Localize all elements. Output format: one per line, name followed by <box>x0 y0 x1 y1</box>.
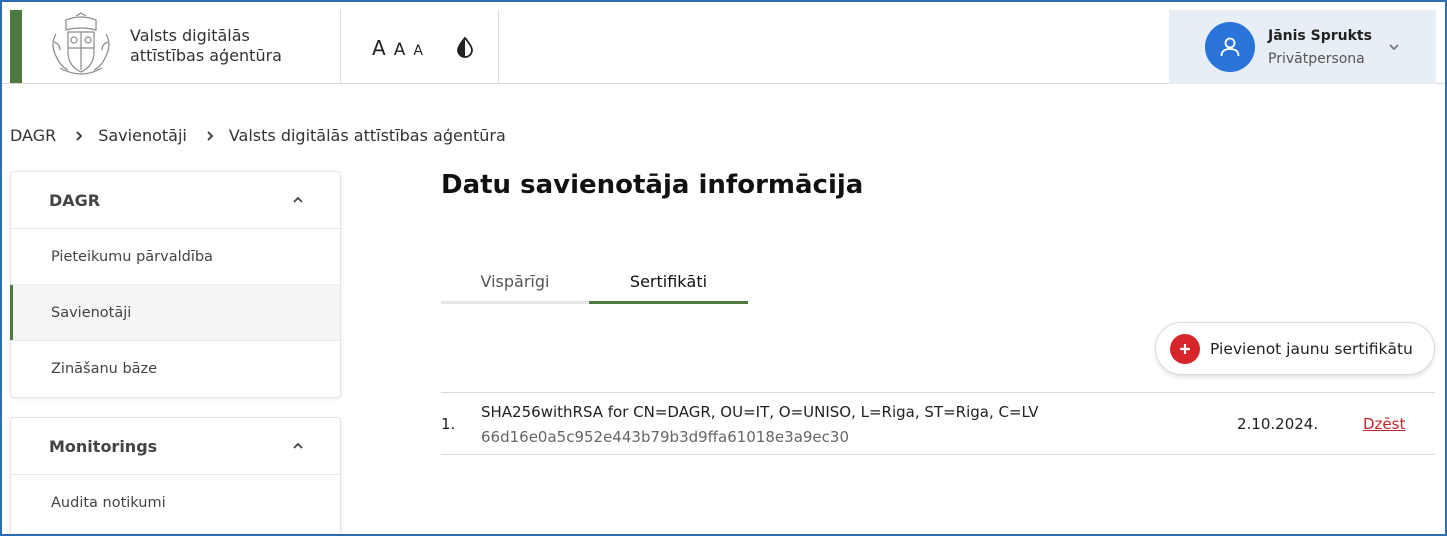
sidebar-group-header[interactable]: Monitorings <box>11 418 340 475</box>
header-divider <box>498 10 499 84</box>
user-menu[interactable]: Jānis Sprukts Privātpersona <box>1169 10 1436 84</box>
add-certificate-label: Pievienot jaunu sertifikātu <box>1210 339 1413 358</box>
chevron-right-icon <box>76 130 83 141</box>
certificate-hash: 66d16e0a5c952e443b79b3d9ffa61018e3a9ec30 <box>481 428 849 446</box>
tab-sertifikati[interactable]: Sertifikāti <box>589 262 748 304</box>
breadcrumb: DAGR Savienotāji Valsts digitālās attīst… <box>10 126 506 145</box>
sidebar-item-label: Pieteikumu pārvaldība <box>51 248 213 265</box>
sidebar-item-label: Zināšanu bāze <box>51 361 158 377</box>
sidebar-group-monitorings: Monitorings Audita notikumi <box>10 417 341 533</box>
header-divider <box>340 10 341 84</box>
sidebar-item-zinasanu-baze[interactable]: Zināšanu bāze <box>11 341 340 397</box>
plus-icon <box>1170 333 1200 364</box>
font-size-large-button[interactable]: A <box>372 36 386 60</box>
font-size-controls: A A A <box>372 36 423 60</box>
certificate-subject: SHA256withRSA for CN=DAGR, OU=IT, O=UNIS… <box>481 403 1039 421</box>
user-name: Jānis Sprukts <box>1268 28 1372 44</box>
contrast-toggle-icon[interactable] <box>454 36 476 58</box>
site-header: Valsts digitālās attīstības aģentūra A A… <box>2 2 1445 84</box>
certificate-list: 1. SHA256withRSA for CN=DAGR, OU=IT, O=U… <box>441 392 1435 455</box>
chevron-up-icon <box>293 442 303 449</box>
sidebar-item-audita-notikumi[interactable]: Audita notikumi <box>11 475 340 531</box>
breadcrumb-item-dagr[interactable]: DAGR <box>10 126 56 145</box>
org-name-line1: Valsts digitālās <box>130 26 250 45</box>
brand-stripe <box>10 10 22 83</box>
org-name-line2: attīstības aģentūra <box>130 46 282 65</box>
table-row: 1. SHA256withRSA for CN=DAGR, OU=IT, O=U… <box>441 392 1435 455</box>
sidebar-item-pieteikumu-parvaldiba[interactable]: Pieteikumu pārvaldība <box>11 229 340 285</box>
add-certificate-button[interactable]: Pievienot jaunu sertifikātu <box>1155 322 1435 375</box>
coat-of-arms-logo <box>52 12 110 75</box>
row-index: 1. <box>441 415 456 433</box>
sidebar-group-title: Monitorings <box>49 436 158 456</box>
certificate-date: 2.10.2024. <box>1237 415 1319 433</box>
sidebar-group-title: DAGR <box>49 190 101 210</box>
user-icon <box>1220 37 1240 57</box>
tab-bar: Vispārīgi Sertifikāti <box>441 262 748 304</box>
sidebar-item-savienotaji[interactable]: Savienotāji <box>10 285 340 341</box>
organization-name: Valsts digitālās attīstības aģentūra <box>130 26 330 66</box>
user-avatar <box>1205 22 1255 72</box>
chevron-down-icon <box>1389 44 1399 51</box>
sidebar-item-label: Savienotāji <box>51 304 132 321</box>
sidebar-group-header[interactable]: DAGR <box>11 172 340 229</box>
font-size-small-button[interactable]: A <box>413 43 423 59</box>
sidebar-item-label: Audita notikumi <box>51 495 166 511</box>
font-size-medium-button[interactable]: A <box>394 40 406 60</box>
chevron-right-icon <box>207 130 214 141</box>
tab-visparigi[interactable]: Vispārīgi <box>441 262 589 304</box>
breadcrumb-item-current: Valsts digitālās attīstības aģentūra <box>228 126 506 145</box>
user-role: Privātpersona <box>1268 51 1365 67</box>
page-title: Datu savienotāja informācija <box>441 170 864 200</box>
delete-certificate-link[interactable]: Dzēst <box>1363 415 1405 433</box>
sidebar-group-dagr: DAGR Pieteikumu pārvaldība Savienotāji Z… <box>10 171 341 398</box>
chevron-up-icon <box>293 196 303 203</box>
breadcrumb-item-savienotaji[interactable]: Savienotāji <box>98 126 187 145</box>
